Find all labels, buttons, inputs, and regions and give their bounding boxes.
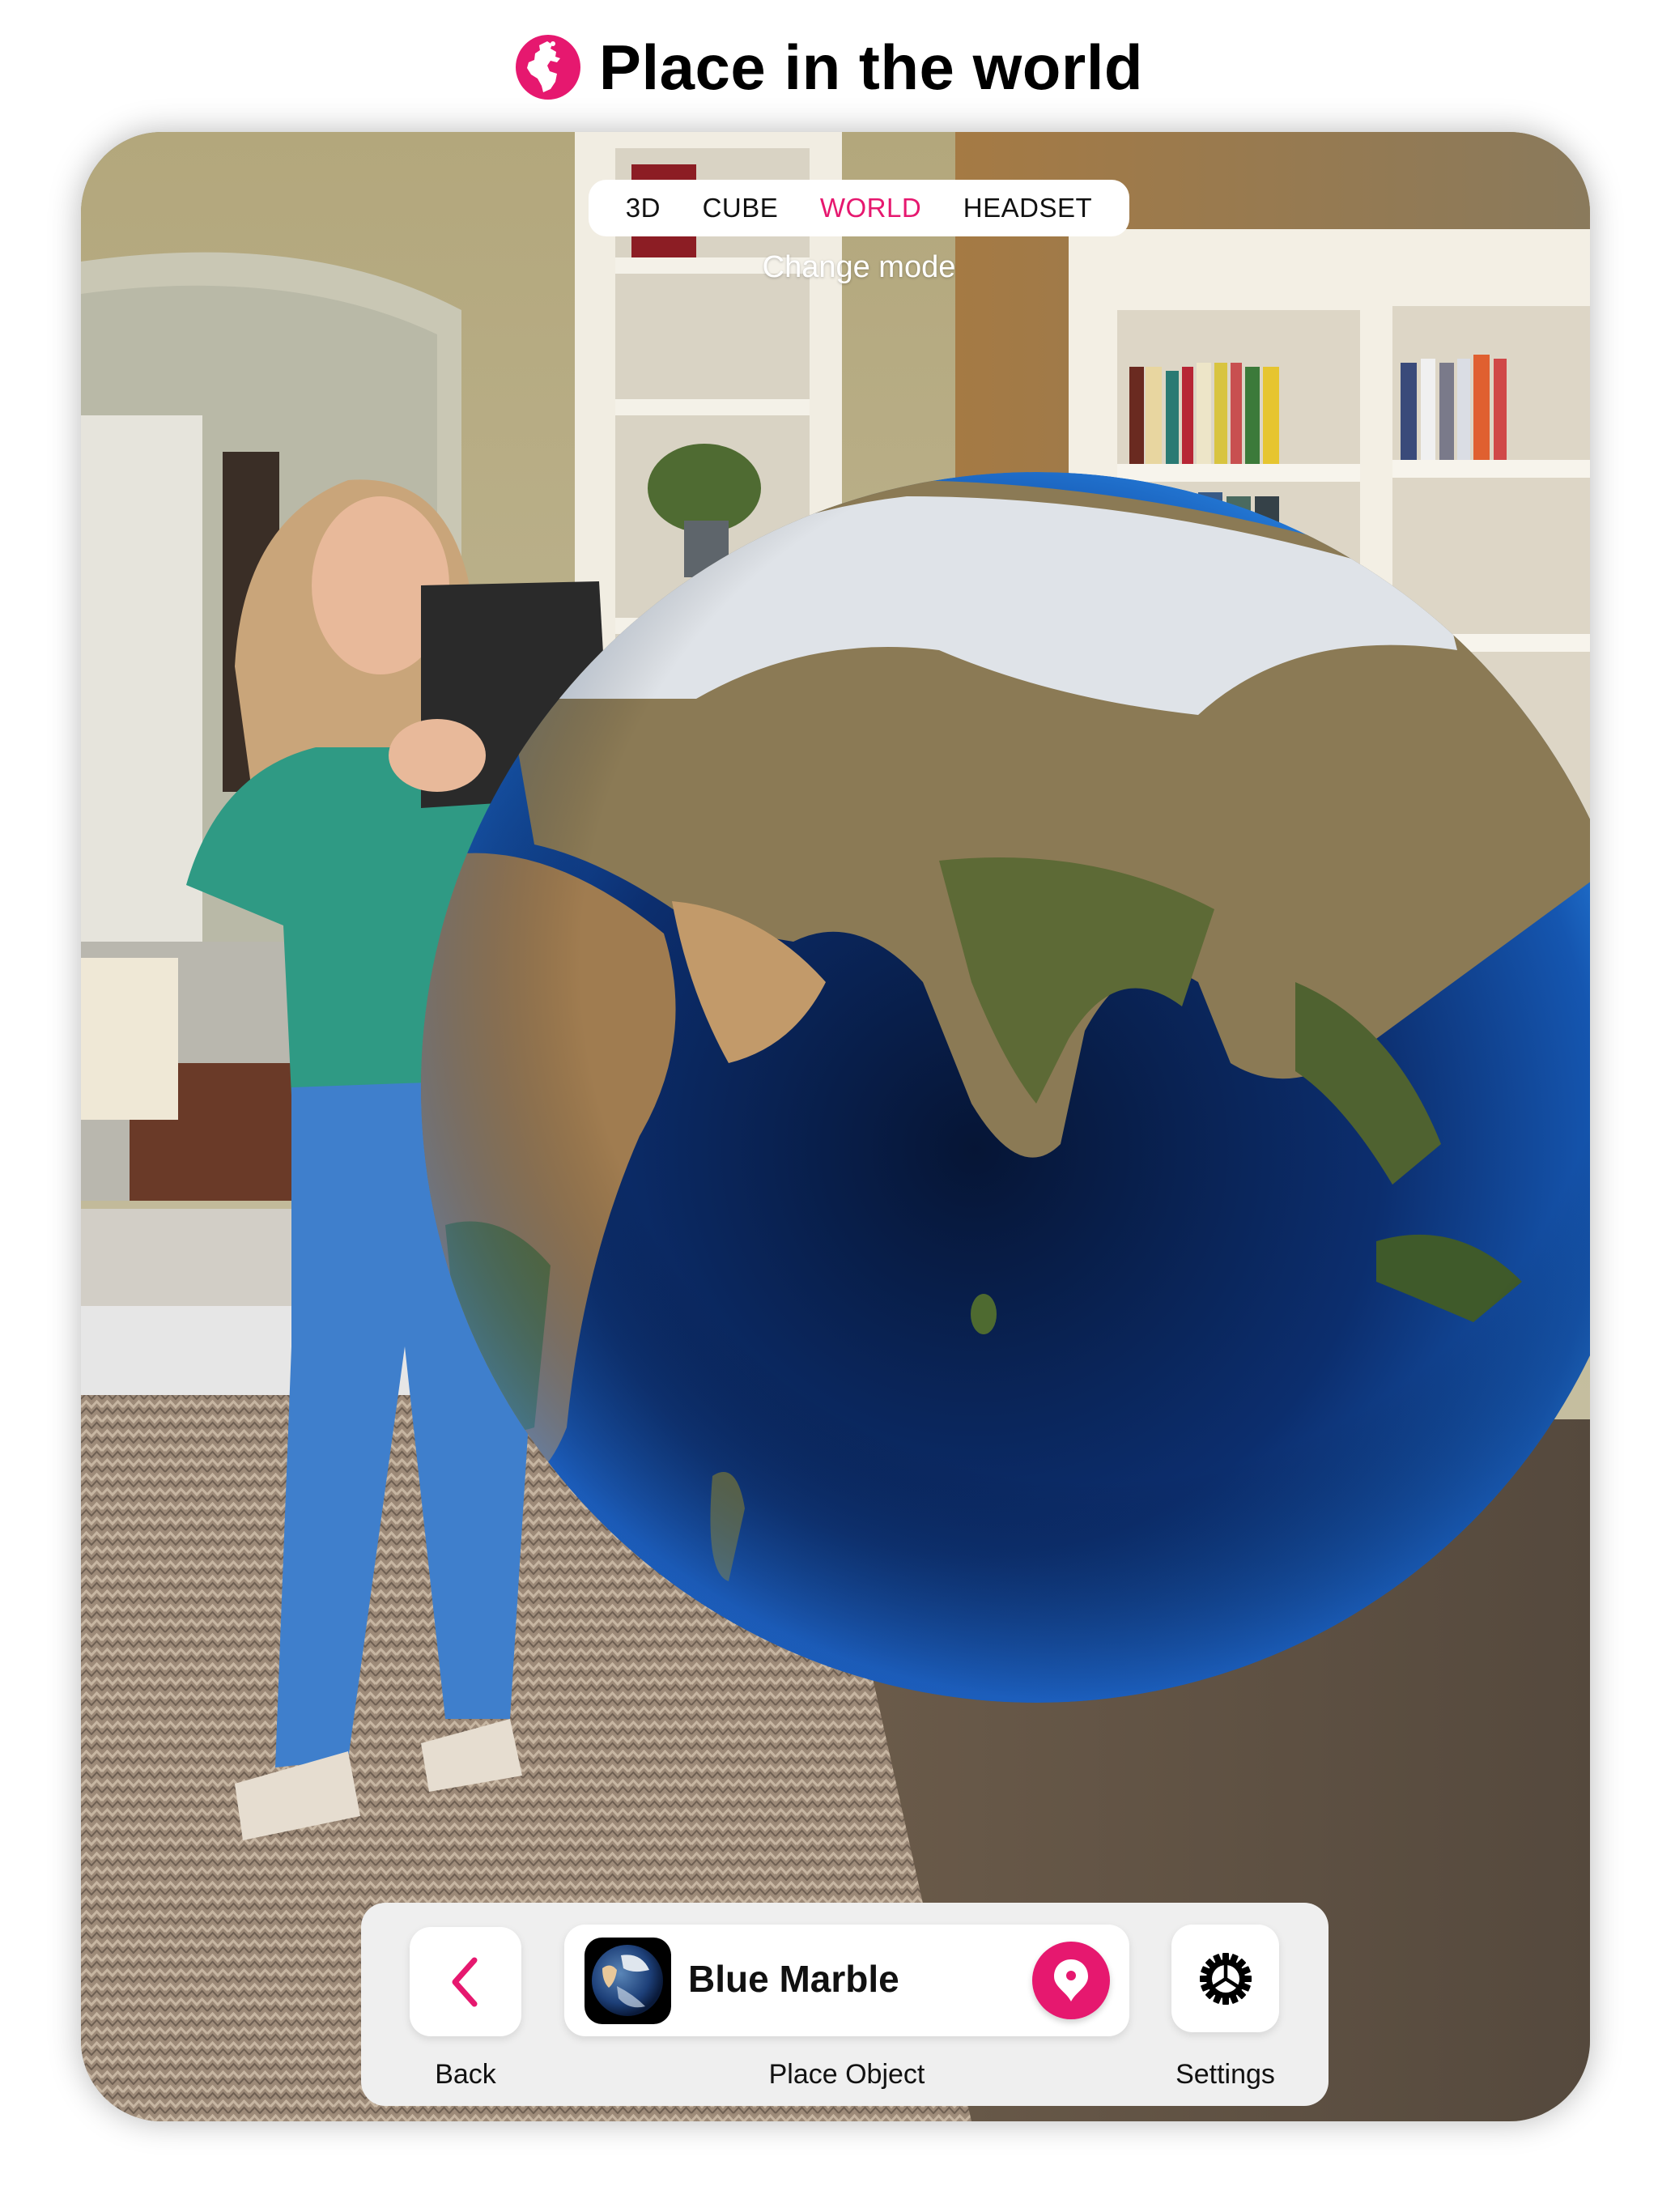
tab-3d[interactable]: 3D	[619, 188, 667, 228]
bottom-toolbar: Back Blue Marble Place Object Settings	[361, 1903, 1329, 2106]
settings-label: Settings	[1175, 2059, 1275, 2090]
chevron-left-icon	[452, 1957, 478, 2006]
tab-world[interactable]: WORLD	[814, 188, 928, 228]
object-name: Blue Marble	[688, 1958, 899, 2000]
ar-scene	[81, 132, 1590, 2121]
place-object-label: Place Object	[768, 2059, 925, 2090]
object-card[interactable]: Blue Marble	[564, 1925, 1129, 2036]
mode-selector: 3D CUBE WORLD HEADSET	[589, 180, 1129, 236]
back-button[interactable]	[410, 1927, 521, 2036]
tab-cube[interactable]: CUBE	[696, 188, 785, 228]
page-header: Place in the world	[0, 31, 1658, 104]
place-object-button[interactable]	[1032, 1942, 1110, 2019]
mode-caption: Change mode	[762, 250, 956, 284]
ar-camera-view[interactable]: 3D CUBE WORLD HEADSET Change mode Back B…	[81, 132, 1590, 2121]
page-title: Place in the world	[598, 32, 1144, 103]
settings-button[interactable]	[1171, 1925, 1279, 2032]
globe-icon	[515, 35, 580, 100]
back-label: Back	[435, 2059, 496, 2090]
earth-thumbnail	[585, 1938, 671, 2024]
map-pin-icon	[1054, 1959, 1088, 2001]
tab-headset[interactable]: HEADSET	[957, 188, 1099, 228]
gear-icon	[1197, 1950, 1253, 2006]
